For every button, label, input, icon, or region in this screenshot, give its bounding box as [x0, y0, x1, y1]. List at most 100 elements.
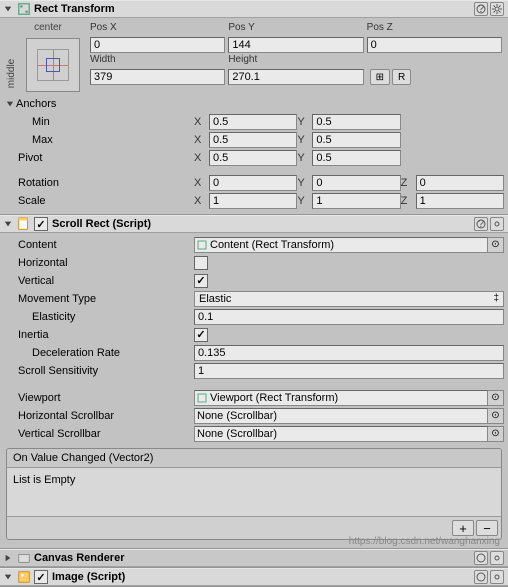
image-component: Image (Script)	[0, 568, 508, 587]
scroll-sensitivity-field[interactable]	[194, 363, 504, 379]
pos-y-label: Pos Y	[228, 22, 363, 36]
rotation-z[interactable]	[416, 175, 504, 191]
rotation-label: Rotation	[4, 177, 194, 189]
component-header[interactable]: Image (Script)	[0, 568, 508, 586]
object-picker-button[interactable]	[488, 237, 504, 253]
canvas-renderer-icon	[17, 551, 31, 565]
anchor-min-y[interactable]	[312, 114, 400, 130]
vertical-label: Vertical	[4, 275, 194, 287]
deceleration-field[interactable]	[194, 345, 504, 361]
height-label: Height	[228, 54, 363, 68]
blueprint-button[interactable]: ⊞	[370, 69, 390, 85]
anchor-max-y[interactable]	[312, 132, 400, 148]
pos-x-field[interactable]	[90, 37, 225, 53]
inertia-checkbox[interactable]	[194, 328, 208, 342]
scroll-rect-component: Scroll Rect (Script) ? Content Content (…	[0, 215, 508, 549]
scale-x[interactable]	[209, 193, 297, 209]
help-icon[interactable]	[474, 570, 488, 584]
component-title: Canvas Renderer	[34, 552, 474, 564]
anchor-preset-label: center	[6, 22, 90, 33]
horizontal-label: Horizontal	[4, 257, 194, 269]
width-field[interactable]	[90, 69, 225, 85]
scale-y[interactable]	[312, 193, 400, 209]
deceleration-label: Deceleration Rate	[4, 347, 194, 359]
raw-edit-button[interactable]: R	[392, 69, 411, 85]
pos-y-field[interactable]	[228, 37, 363, 53]
foldout-icon[interactable]	[2, 571, 14, 583]
movement-type-label: Movement Type	[4, 293, 194, 305]
anchors-label: Anchors	[16, 98, 56, 110]
v-scrollbar-label: Vertical Scrollbar	[4, 428, 194, 440]
foldout-icon[interactable]	[2, 552, 14, 564]
rect-transform-icon	[17, 2, 31, 16]
gear-icon[interactable]	[490, 551, 504, 565]
inertia-label: Inertia	[4, 329, 194, 341]
viewport-label: Viewport	[4, 392, 194, 404]
movement-type-dropdown[interactable]: Elastic	[194, 291, 504, 307]
enable-checkbox[interactable]	[34, 217, 48, 231]
v-scrollbar-field[interactable]: None (Scrollbar)	[194, 426, 488, 442]
component-title: Rect Transform	[34, 3, 474, 15]
width-label: Width	[90, 54, 225, 68]
foldout-icon[interactable]	[2, 3, 14, 15]
pos-z-field[interactable]	[367, 37, 502, 53]
svg-text:?: ?	[478, 4, 484, 14]
component-header[interactable]: Scroll Rect (Script) ?	[0, 215, 508, 233]
viewport-field[interactable]: Viewport (Rect Transform)	[194, 390, 488, 406]
image-icon	[17, 570, 31, 584]
anchor-max-x[interactable]	[209, 132, 297, 148]
anchor-preset-button[interactable]	[26, 38, 80, 92]
foldout-icon	[4, 98, 16, 110]
component-header[interactable]: Canvas Renderer	[0, 549, 508, 567]
rect-transform-component: Rect Transform ? middle center Pos X Wid…	[0, 0, 508, 215]
pos-x-label: Pos X	[90, 22, 225, 36]
enable-checkbox[interactable]	[34, 570, 48, 584]
component-header[interactable]: Rect Transform ?	[0, 0, 508, 18]
h-scrollbar-field[interactable]: None (Scrollbar)	[194, 408, 488, 424]
object-picker-button[interactable]	[488, 408, 504, 424]
elasticity-label: Elasticity	[4, 311, 194, 323]
script-icon	[17, 217, 31, 231]
gear-icon[interactable]	[490, 2, 504, 16]
rotation-y[interactable]	[312, 175, 400, 191]
horizontal-checkbox[interactable]	[194, 256, 208, 270]
pivot-x[interactable]	[209, 150, 297, 166]
pos-z-label: Pos Z	[367, 22, 502, 36]
vertical-checkbox[interactable]	[194, 274, 208, 288]
content-label: Content	[4, 239, 194, 251]
event-list: On Value Changed (Vector2) List is Empty…	[6, 448, 502, 540]
anchor-min-label: Min	[4, 116, 194, 128]
elasticity-field[interactable]	[194, 309, 504, 325]
scale-label: Scale	[4, 195, 194, 207]
scale-z[interactable]	[416, 193, 504, 209]
watermark-text: https://blog.csdn.net/wanghanxing	[349, 536, 500, 547]
help-icon[interactable]	[474, 551, 488, 565]
anchors-foldout[interactable]: Anchors	[4, 96, 504, 112]
event-header: On Value Changed (Vector2)	[7, 449, 501, 468]
event-empty-text: List is Empty	[7, 468, 501, 516]
canvas-renderer-component: Canvas Renderer	[0, 549, 508, 568]
component-title: Image (Script)	[52, 571, 474, 583]
height-field[interactable]	[228, 69, 363, 85]
pivot-label: Pivot	[4, 152, 194, 164]
remove-event-button[interactable]: −	[476, 520, 498, 536]
anchor-min-x[interactable]	[209, 114, 297, 130]
scroll-sensitivity-label: Scroll Sensitivity	[4, 365, 194, 377]
help-icon[interactable]: ?	[474, 217, 488, 231]
help-icon[interactable]: ?	[474, 2, 488, 16]
rect-icon	[197, 240, 207, 250]
gear-icon[interactable]	[490, 570, 504, 584]
h-scrollbar-label: Horizontal Scrollbar	[4, 410, 194, 422]
rect-icon	[197, 393, 207, 403]
svg-text:?: ?	[478, 219, 484, 229]
add-event-button[interactable]: +	[452, 520, 474, 536]
content-field[interactable]: Content (Rect Transform)	[194, 237, 488, 253]
gear-icon[interactable]	[490, 217, 504, 231]
rotation-x[interactable]	[209, 175, 297, 191]
foldout-icon[interactable]	[2, 218, 14, 230]
pivot-y[interactable]	[312, 150, 400, 166]
object-picker-button[interactable]	[488, 426, 504, 442]
component-title: Scroll Rect (Script)	[52, 218, 474, 230]
anchor-max-label: Max	[4, 134, 194, 146]
object-picker-button[interactable]	[488, 390, 504, 406]
